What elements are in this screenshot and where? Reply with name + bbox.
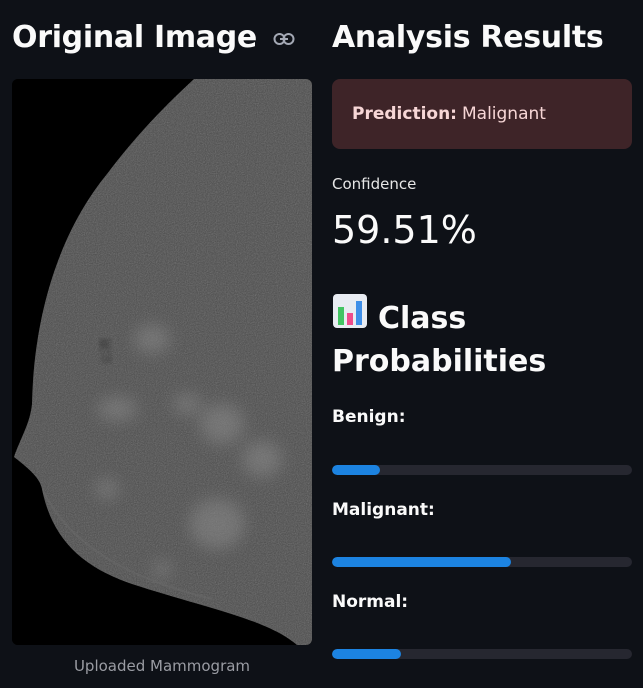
class-probabilities-title-line1: Class (378, 301, 467, 336)
prediction-alert: Prediction: Malignant (332, 79, 632, 149)
normal-label: Normal: (332, 592, 409, 612)
image-caption: Uploaded Mammogram (73, 657, 251, 675)
benign-progress-fill (332, 465, 380, 475)
mammogram-image (12, 79, 312, 645)
original-image-title: Original Image (12, 20, 257, 55)
class-probabilities-heading: Class Probabilities (332, 293, 632, 383)
benign-progress-bar (332, 465, 632, 475)
confidence-value: 59.51% (332, 208, 477, 252)
class-probabilities-title-line2: Probabilities (332, 343, 547, 379)
prediction-label: Prediction: (352, 104, 457, 124)
normal-progress-bar (332, 649, 632, 659)
analysis-results-title: Analysis Results (332, 20, 604, 55)
prediction-value: Malignant (461, 104, 546, 124)
original-image-heading: Original Image (12, 18, 295, 58)
normal-progress-fill (332, 649, 401, 659)
malignant-label: Malignant: (332, 500, 435, 520)
benign-label: Benign: (332, 407, 406, 427)
bar-chart-icon (332, 293, 368, 341)
malignant-progress-bar (332, 557, 632, 567)
confidence-label: Confidence (332, 175, 417, 193)
link-icon[interactable] (273, 17, 295, 57)
malignant-progress-fill (332, 557, 511, 567)
